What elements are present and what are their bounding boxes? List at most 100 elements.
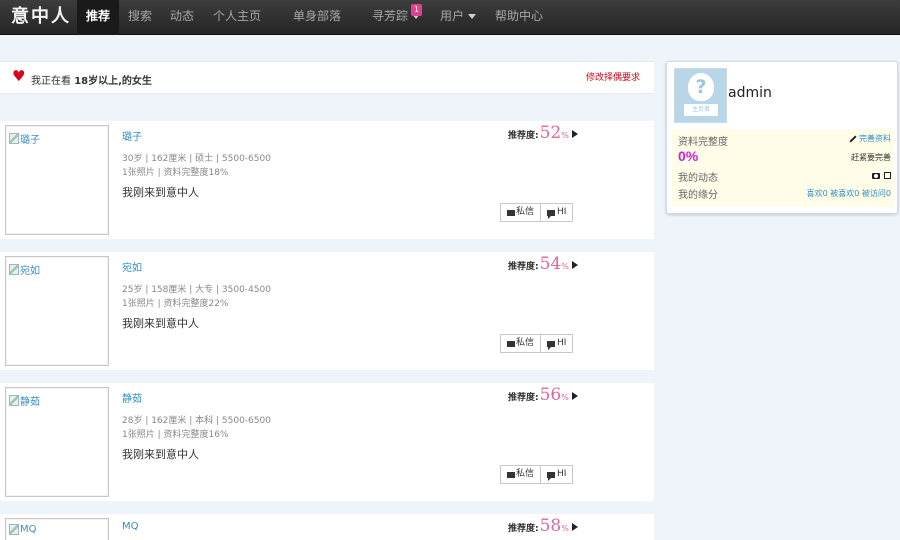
broken-image-icon xyxy=(9,524,19,535)
score-value: 56 xyxy=(539,385,562,405)
profile-card: 静茹 静茹 28岁 | 162厘米 | 本科 | 5500-6500 1张照片 … xyxy=(0,383,654,501)
match-score: 推荐度: 56 % xyxy=(508,385,578,405)
broken-image-icon xyxy=(9,133,19,144)
nav-trace-label: 寻芳踪 xyxy=(372,9,409,23)
profile-photo[interactable]: 宛如 xyxy=(5,256,109,366)
profile-name[interactable]: 静茹 xyxy=(122,390,142,405)
message-button[interactable]: 私信 xyxy=(500,334,542,353)
chat-icon xyxy=(547,340,556,350)
activity-label[interactable]: 我的动态 xyxy=(678,173,718,184)
match-score: 推荐度: 52 % xyxy=(508,123,578,143)
score-label: 推荐度: xyxy=(508,131,539,141)
nav-homepage[interactable]: 个人主页 xyxy=(213,0,261,35)
message-label: 私信 xyxy=(516,469,535,479)
nav-help[interactable]: 帮助中心 xyxy=(495,0,543,35)
score-label: 推荐度: xyxy=(508,524,539,534)
fate-label: 我的缘分 xyxy=(678,190,718,201)
pencil-icon xyxy=(849,134,857,143)
activity-row: 我的动态 xyxy=(678,169,891,184)
photo-alt-text: MQ xyxy=(20,524,37,535)
fate-row: 我的缘分 喜欢0 被喜欢0 被访问0 xyxy=(678,186,891,201)
liked-by-link[interactable]: 被喜欢0 xyxy=(830,188,859,199)
say-hi-button[interactable]: HI xyxy=(541,334,574,353)
message-label: 私信 xyxy=(516,207,535,217)
message-label: 私信 xyxy=(516,338,535,348)
profile-photo-info: 1张照片 | 资料完整度22% xyxy=(122,299,229,309)
profile-name[interactable]: 宛如 xyxy=(122,259,142,274)
profile-details: 30岁 | 162厘米 | 硕士 | 5500-6500 xyxy=(122,154,271,164)
say-hi-button[interactable]: HI xyxy=(541,465,574,484)
chevron-down-icon xyxy=(468,14,477,19)
play-icon[interactable] xyxy=(571,392,578,400)
user-profile-panel: ? 主页君 admin 资料完整度 完善资料 0% 赶紧要完善 我的动态 我的缘… xyxy=(666,61,898,214)
completeness-label: 资料完整度 xyxy=(678,137,728,148)
nav-activity[interactable]: 动态 xyxy=(170,0,194,35)
score-label: 推荐度: xyxy=(508,393,539,403)
card-actions: 私信 HI xyxy=(500,203,574,222)
play-icon[interactable] xyxy=(571,130,578,138)
profile-card: 宛如 宛如 25岁 | 158厘米 | 大专 | 3500-4500 1张照片 … xyxy=(0,252,654,370)
score-percent: % xyxy=(561,131,569,140)
site-logo[interactable]: 意中人 xyxy=(11,3,71,31)
completeness-row: 资料完整度 完善资料 xyxy=(678,133,891,148)
avatar-placeholder-icon: ? xyxy=(688,73,714,101)
card-actions: 私信 HI xyxy=(500,334,574,353)
score-label: 推荐度: xyxy=(508,262,539,272)
hi-label: HI xyxy=(557,338,567,348)
score-value: 58 xyxy=(539,516,562,536)
edit-preferences-link[interactable]: 修改择偶要求 xyxy=(586,70,640,83)
filter-criteria: 18岁以上,的女生 xyxy=(74,76,152,87)
photo-alt-text: 宛如 xyxy=(20,266,40,277)
profile-intro: 我刚来到意中人 xyxy=(122,317,199,330)
nav-trace[interactable]: 寻芳踪 1 xyxy=(372,0,422,35)
score-value: 54 xyxy=(539,254,562,274)
card-actions: 私信 HI xyxy=(500,465,574,484)
chat-icon xyxy=(547,209,556,219)
profile-info: 资料完整度 完善资料 0% 赶紧要完善 我的动态 我的缘分 喜欢0 被喜欢0 被… xyxy=(672,129,893,207)
camera-icon[interactable] xyxy=(872,172,880,179)
profile-photo-info: 1张照片 | 资料完整度18% xyxy=(122,168,229,178)
broken-image-icon xyxy=(9,264,19,275)
broken-image-icon xyxy=(9,395,19,406)
score-percent: % xyxy=(561,393,569,402)
profile-photo[interactable]: MQ xyxy=(5,518,109,540)
profile-photo[interactable]: 璐子 xyxy=(5,125,109,235)
envelope-icon xyxy=(507,340,515,347)
message-button[interactable]: 私信 xyxy=(500,465,542,484)
play-icon[interactable] xyxy=(571,261,578,269)
say-hi-button[interactable]: HI xyxy=(541,203,574,222)
score-percent: % xyxy=(561,262,569,271)
profile-card: MQ MQ 推荐度: 58 % xyxy=(0,514,654,540)
nav-recommend[interactable]: 推荐 xyxy=(77,0,120,35)
heart-icon: ♥ xyxy=(12,67,26,85)
avatar-caption: 主页君 xyxy=(684,104,718,116)
username[interactable]: admin xyxy=(728,85,772,101)
avatar[interactable]: ? 主页君 xyxy=(674,68,727,123)
profile-details: 28岁 | 162厘米 | 本科 | 5500-6500 xyxy=(122,416,271,426)
profile-name[interactable]: MQ xyxy=(122,521,139,532)
match-score: 推荐度: 54 % xyxy=(508,254,578,274)
profile-card: 璐子 璐子 30岁 | 162厘米 | 硕士 | 5500-6500 1张照片 … xyxy=(0,121,654,239)
play-icon[interactable] xyxy=(571,523,578,531)
score-value: 52 xyxy=(539,123,562,143)
filter-prefix: 我正在看 xyxy=(31,76,71,87)
likes-link[interactable]: 喜欢0 xyxy=(807,188,828,199)
message-button[interactable]: 私信 xyxy=(500,203,542,222)
nav-user[interactable]: 用户 xyxy=(440,0,477,35)
photo-alt-text: 璐子 xyxy=(20,135,40,146)
nav-search[interactable]: 搜索 xyxy=(128,0,152,35)
envelope-icon xyxy=(507,209,515,216)
notification-badge: 1 xyxy=(411,4,422,16)
profile-photo-info: 1张照片 | 资料完整度16% xyxy=(122,430,229,440)
visited-by-link[interactable]: 被访问0 xyxy=(862,188,891,199)
filter-bar: ♥ 我正在看 18岁以上,的女生 修改择偶要求 xyxy=(0,61,654,94)
profile-intro: 我刚来到意中人 xyxy=(122,448,199,461)
nav-singles-tribe[interactable]: 单身部落 xyxy=(293,0,341,35)
score-percent: % xyxy=(561,524,569,533)
edit-icon[interactable] xyxy=(884,172,891,179)
completeness-value: 0% xyxy=(678,148,699,164)
hi-label: HI xyxy=(557,207,567,217)
profile-name[interactable]: 璐子 xyxy=(122,128,142,143)
complete-profile-link[interactable]: 完善资料 xyxy=(859,133,891,144)
profile-photo[interactable]: 静茹 xyxy=(5,387,109,497)
